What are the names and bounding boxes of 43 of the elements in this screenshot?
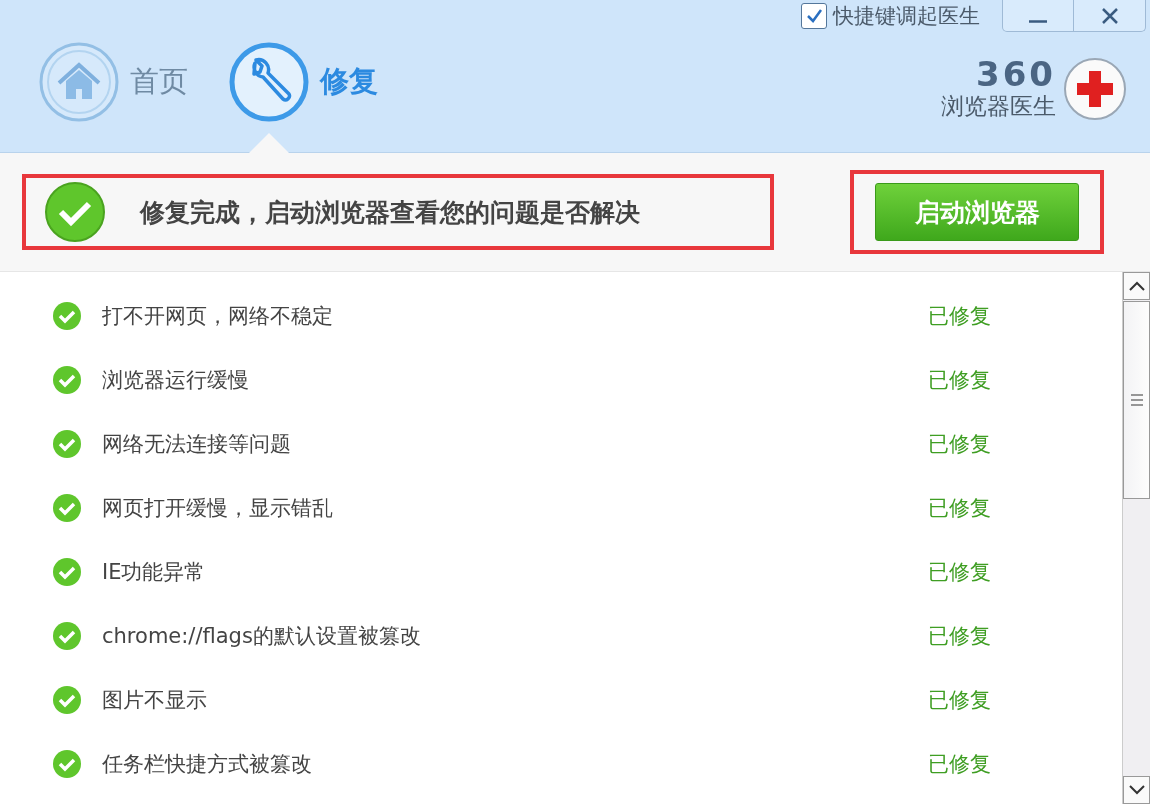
issue-status: 已修复 [928, 751, 991, 778]
check-icon [52, 749, 82, 779]
check-icon [52, 685, 82, 715]
nav-tab[interactable]: 首页 [38, 41, 188, 151]
check-icon [52, 621, 82, 651]
scroll-up-button[interactable] [1123, 272, 1150, 300]
cross-icon [1062, 56, 1128, 122]
issue-status: 已修复 [928, 687, 991, 714]
minimize-button[interactable] [1002, 0, 1074, 32]
check-icon [52, 429, 82, 459]
issue-status: 已修复 [928, 367, 991, 394]
issue-label: 网页打开缓慢，显示错乱 [102, 495, 334, 522]
issue-label: 浏览器运行缓慢 [102, 367, 250, 394]
issue-status: 已修复 [928, 495, 991, 522]
scroll-down-button[interactable] [1123, 776, 1150, 804]
issue-status: 已修复 [928, 431, 991, 458]
check-icon [52, 557, 82, 587]
issue-status: 已修复 [928, 303, 991, 330]
check-icon [52, 301, 82, 331]
logo-name: 浏览器医生 [941, 91, 1056, 121]
status-message: 修复完成，启动浏览器查看您的问题是否解决 [140, 196, 640, 229]
check-icon [52, 365, 82, 395]
check-icon [52, 493, 82, 523]
issue-status: 已修复 [928, 559, 991, 586]
home-icon [38, 41, 120, 123]
issue-label: 任务栏快捷方式被篡改 [102, 751, 313, 778]
wrench-icon [228, 41, 310, 123]
scrollbar[interactable] [1122, 272, 1150, 804]
shortcut-checkbox[interactable]: 快捷键调起医生 [801, 2, 980, 30]
scroll-thumb[interactable] [1123, 301, 1150, 499]
issue-label: 图片不显示 [102, 687, 208, 714]
issue-label: 网络无法连接等问题 [102, 431, 292, 458]
check-icon [44, 181, 106, 243]
issue-label: IE功能异常 [102, 559, 207, 586]
grip-icon [1130, 393, 1143, 407]
close-button[interactable] [1074, 0, 1146, 32]
issue-label: chrome://flags的默认设置被篡改 [102, 623, 422, 650]
logo-number: 360 [976, 56, 1056, 91]
issue-status: 已修复 [928, 623, 991, 650]
issue-label: 打不开网页，网络不稳定 [102, 303, 334, 330]
launch-browser-button[interactable]: 启动浏览器 [875, 183, 1079, 241]
minimize-icon [1029, 20, 1047, 23]
checkbox[interactable] [801, 3, 827, 29]
